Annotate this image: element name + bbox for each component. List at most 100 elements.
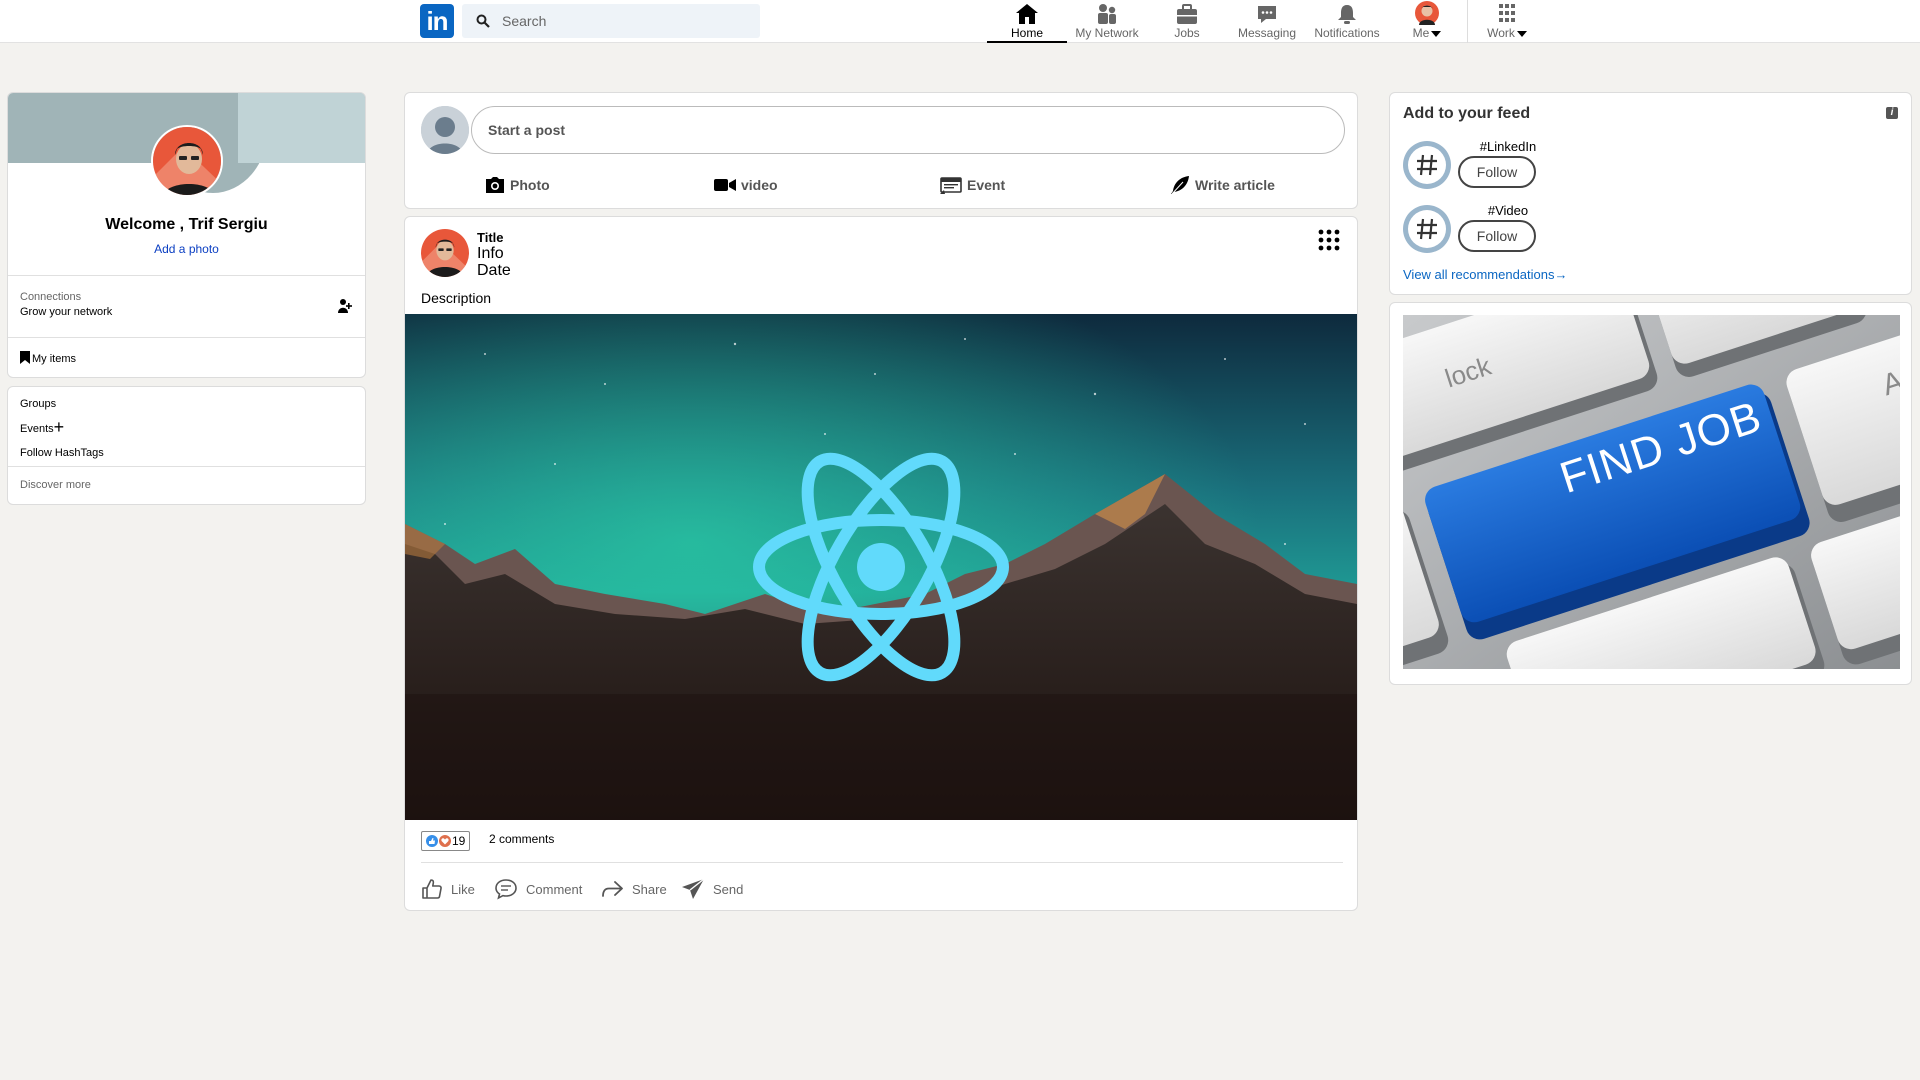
nav-my-network-label: My Network [1075, 26, 1139, 40]
follow-video-button[interactable]: Follow [1458, 220, 1536, 252]
feed-title: Add to your feed [1403, 105, 1531, 122]
events-link[interactable]: Events+ [20, 417, 64, 438]
share-button[interactable]: Share [600, 875, 667, 903]
arrow-right-icon: → [1554, 267, 1568, 282]
nav-me-label: Me [1387, 26, 1467, 40]
send-button[interactable]: Send [681, 875, 743, 903]
post-image[interactable] [405, 314, 1357, 820]
comment-label: Comment [526, 881, 583, 897]
video-label: video [741, 177, 778, 193]
messaging-icon [1258, 6, 1276, 23]
follow-linkedin-button[interactable]: Follow [1458, 156, 1536, 188]
bookmark-icon [20, 351, 30, 364]
post-author-avatar[interactable] [421, 229, 469, 277]
nav-home[interactable]: Home [987, 0, 1067, 43]
connections-label[interactable]: Connections [20, 291, 81, 303]
share-label: Share [632, 881, 667, 897]
hashtag-icon [1417, 154, 1437, 176]
hashtag-icon [1417, 218, 1437, 240]
find-job-key-label: FIND JOB [1554, 392, 1768, 504]
start-post-card: Start a post Photo video Event Write art… [404, 92, 1358, 209]
profile-avatar[interactable] [151, 125, 223, 197]
hashtag-avatar[interactable] [1403, 205, 1451, 253]
edge-key-label: A [1878, 364, 1900, 403]
chevron-down-icon [1516, 30, 1527, 37]
view-all-label: View all recommendations [1403, 267, 1555, 282]
my-items-link[interactable]: My items [20, 351, 76, 365]
nav-work[interactable]: Work [1467, 0, 1547, 43]
welcome-text: Welcome , Trif Sergiu [105, 216, 268, 233]
nav-jobs[interactable]: Jobs [1147, 0, 1227, 43]
comments-count[interactable]: 2 comments [489, 832, 554, 846]
event-label: Event [967, 177, 1006, 193]
like-button[interactable]: Like [421, 875, 475, 903]
photo-label: Photo [510, 177, 550, 193]
video-button[interactable]: video [714, 171, 778, 199]
send-icon [682, 878, 705, 899]
network-icon [1098, 4, 1116, 24]
nav-messaging[interactable]: Messaging [1227, 0, 1307, 43]
my-items-label: My items [32, 353, 76, 365]
search-box[interactable] [462, 4, 760, 38]
camera-icon [486, 177, 504, 193]
user-avatar-placeholder [421, 106, 469, 154]
nav-notifications-label: Notifications [1314, 26, 1380, 40]
add-to-feed-card: Add to your feed i #LinkedIn Follow #Vid… [1389, 92, 1912, 295]
nav-me[interactable]: Me [1387, 0, 1467, 43]
grow-network-label[interactable]: Grow your network [20, 306, 112, 318]
more-options-icon[interactable] [1318, 229, 1340, 251]
event-button[interactable]: Event [940, 171, 1005, 199]
post-info: Info [477, 245, 504, 262]
groups-card: Groups Events+ Follow HashTags Discover … [7, 386, 366, 505]
hashtag-avatar[interactable] [1403, 141, 1451, 189]
info-icon[interactable]: i [1886, 107, 1898, 119]
comment-icon [495, 879, 517, 900]
bell-icon [1338, 5, 1356, 24]
photo-button[interactable]: Photo [485, 171, 550, 199]
briefcase-icon [1177, 4, 1197, 24]
like-label: Like [451, 881, 475, 897]
hashtag-video[interactable]: #Video [1468, 203, 1548, 218]
nav-my-network[interactable]: My Network [1067, 0, 1147, 43]
search-icon [476, 14, 490, 28]
post-card: Title Info Date Description 19 2 comment… [404, 216, 1358, 911]
send-label: Send [713, 881, 744, 897]
divider [8, 337, 365, 338]
comment-button[interactable]: Comment [494, 875, 582, 903]
nav-messaging-label: Messaging [1237, 26, 1297, 40]
search-input[interactable] [502, 4, 752, 38]
divider [421, 862, 1343, 863]
hashtag-linkedin[interactable]: #LinkedIn [1468, 139, 1548, 154]
groups-link[interactable]: Groups [20, 398, 56, 410]
nav-home-label: Home [1010, 26, 1043, 40]
profile-card: Welcome , Trif Sergiu Add a photo Connec… [7, 92, 366, 378]
love-reaction-icon [439, 835, 451, 847]
like-icon [422, 879, 442, 899]
nav-notifications[interactable]: Notifications [1307, 0, 1387, 43]
calendar-icon [940, 177, 962, 194]
events-label: Events [20, 423, 54, 435]
post-date: Date [477, 262, 511, 279]
linkedin-logo[interactable]: in [420, 4, 454, 38]
like-reaction-icon [426, 835, 438, 847]
reaction-count: 19 [452, 834, 466, 848]
lock-key-label: lock [1441, 350, 1495, 394]
feather-icon [1171, 176, 1189, 195]
post-title: Title [477, 230, 504, 245]
start-post-button[interactable]: Start a post [471, 106, 1345, 154]
post-description: Description [421, 290, 492, 306]
avatar [1415, 1, 1439, 25]
follow-hashtags-link[interactable]: Follow HashTags [20, 447, 104, 459]
write-article-button[interactable]: Write article [1170, 171, 1275, 199]
nav-jobs-label: Jobs [1174, 26, 1200, 40]
add-photo-link[interactable]: Add a photo [8, 242, 365, 256]
write-article-label: Write article [1195, 177, 1275, 193]
add-connection-icon[interactable] [338, 298, 352, 314]
view-all-recommendations-link[interactable]: View all recommendations→ [1403, 267, 1568, 282]
discover-more-link[interactable]: Discover more [20, 479, 91, 491]
plus-icon[interactable]: + [54, 417, 65, 437]
reactions-badge[interactable]: 19 [421, 831, 471, 851]
grid-icon [1499, 4, 1515, 22]
share-icon [602, 881, 623, 897]
find-job-ad-image[interactable]: FIND JOB lock A [1403, 315, 1900, 669]
